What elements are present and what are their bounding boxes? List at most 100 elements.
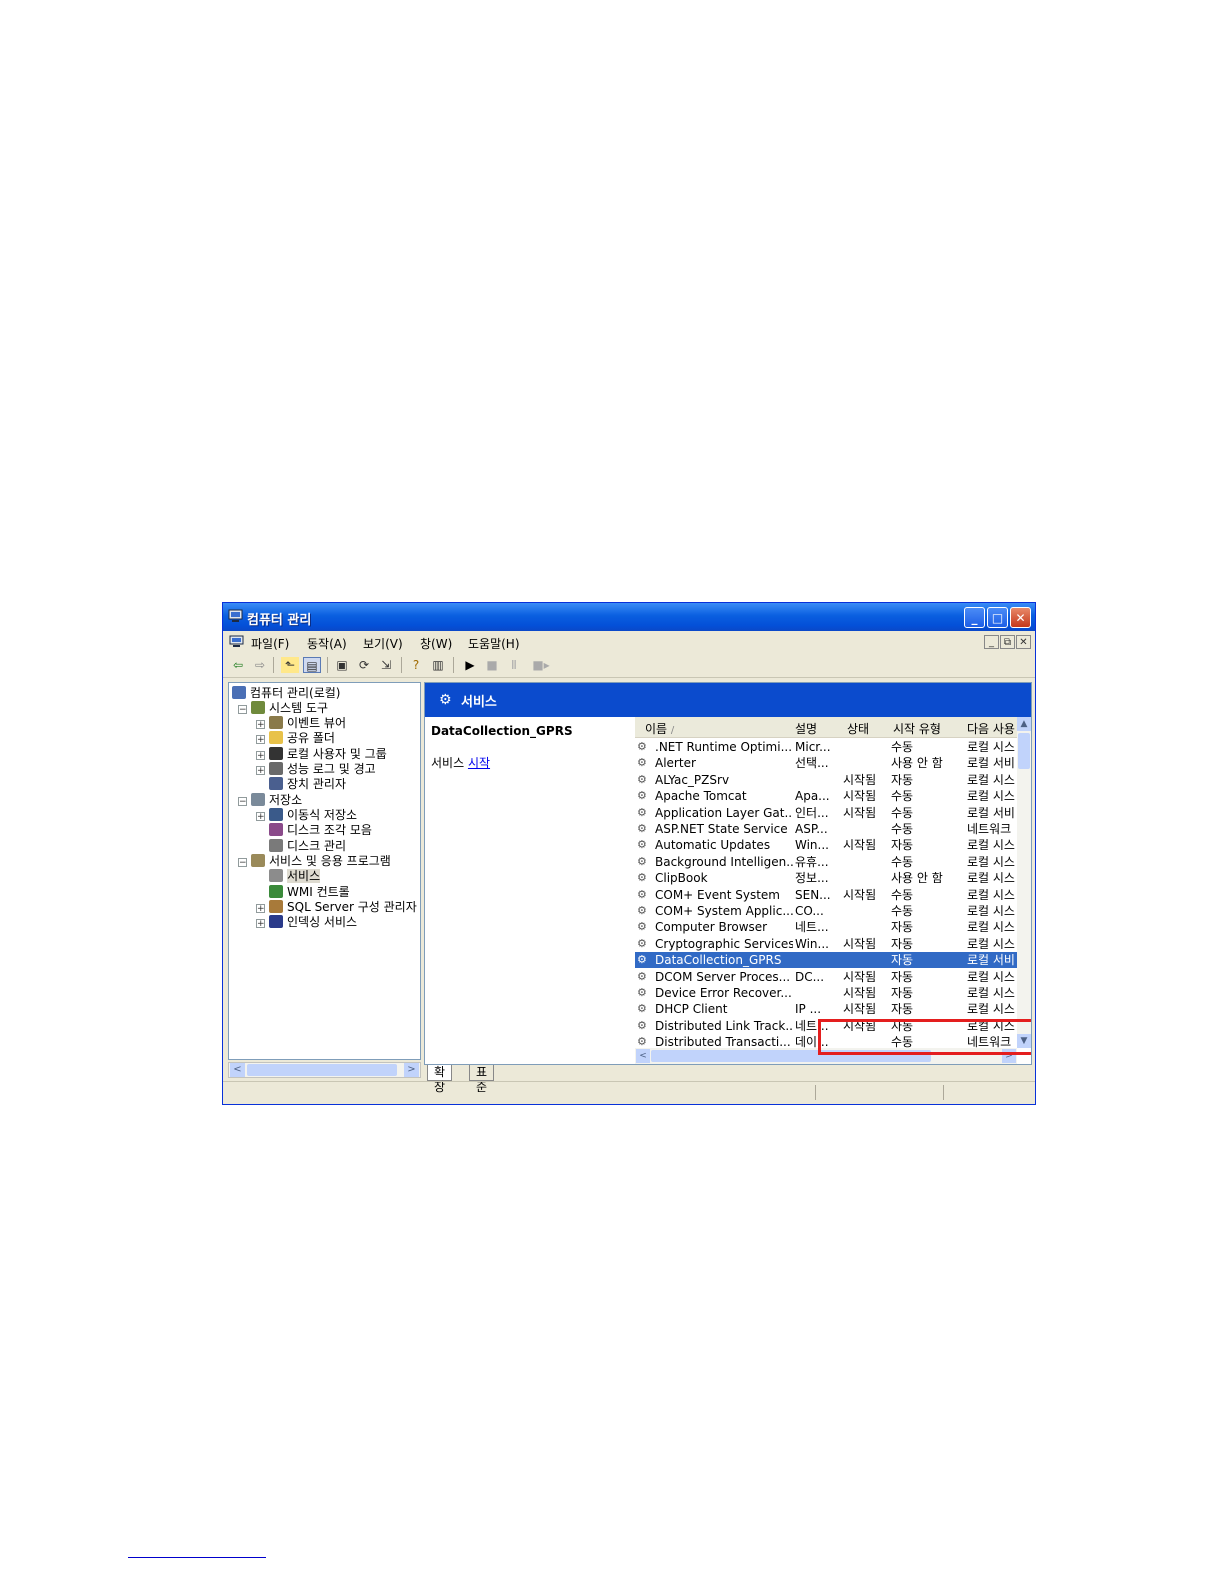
menu-window[interactable]: 창(W)	[420, 635, 452, 652]
expand-icon[interactable]: +	[256, 735, 265, 745]
menu-action[interactable]: 동작(A)	[307, 635, 347, 652]
column-startup-type[interactable]: 시작 유형	[893, 720, 941, 737]
scroll-left-icon[interactable]: <	[636, 1049, 650, 1063]
service-row[interactable]: ⚙ COM+ Event System SEN... 시작됨 수동 로컬 시스	[635, 887, 1017, 903]
export-list-icon[interactable]: ⇲	[377, 657, 395, 673]
service-row[interactable]: ⚙ .NET Runtime Optimi... Micr... 수동 로컬 시스	[635, 739, 1017, 755]
service-row[interactable]: ⚙ COM+ System Applic... CO... 수동 로컬 시스	[635, 903, 1017, 919]
mdi-minimize-button[interactable]: _	[984, 635, 999, 649]
pause-icon[interactable]: Ⅱ	[505, 657, 523, 673]
tree-item-device-manager[interactable]: 장치 관리자	[269, 777, 346, 792]
service-logon-cell: 로컬 시스	[967, 1002, 1015, 1017]
tree-item-removable-storage[interactable]: 이동식 저장소	[269, 808, 357, 823]
tab-standard[interactable]: 표준	[469, 1065, 495, 1094]
service-logon-cell: 로컬 시스	[967, 969, 1015, 984]
expand-icon[interactable]: +	[256, 720, 265, 730]
column-description[interactable]: 설명	[795, 720, 817, 737]
tree-item-indexing[interactable]: 인덱싱 서비스	[269, 915, 357, 930]
play-icon[interactable]: ▶	[461, 657, 479, 673]
scroll-up-icon[interactable]: ▲	[1017, 717, 1031, 731]
scroll-thumb[interactable]	[247, 1064, 397, 1076]
forward-arrow-icon[interactable]: ⇨	[251, 657, 269, 673]
service-startup-cell: 자동	[891, 1002, 914, 1017]
tree-item-sql-config[interactable]: SQL Server 구성 관리자	[269, 900, 417, 915]
service-row[interactable]: ⚙ ASP.NET State Service ASP... 수동 네트워크	[635, 821, 1017, 837]
help-icon[interactable]: ?	[407, 657, 425, 673]
collapse-icon[interactable]: −	[238, 797, 247, 807]
stop-icon[interactable]: ■	[483, 657, 501, 673]
service-desc-cell: ASP...	[795, 822, 828, 836]
show-tree-icon[interactable]: ▤	[303, 657, 321, 673]
gear-icon: ⚙	[637, 740, 647, 753]
up-folder-icon[interactable]: ⬑	[281, 657, 299, 673]
tree-item-services-apps[interactable]: 서비스 및 응용 프로그램	[251, 854, 391, 869]
details-pane: ⚙ 서비스 DataCollection_GPRS 서비스 시작 이름 / 설명…	[424, 682, 1032, 1065]
menu-view[interactable]: 보기(V)	[363, 635, 403, 652]
tree-item-system-tools[interactable]: 시스템 도구	[251, 701, 328, 716]
console-tree: 컴퓨터 관리(로컬) − 시스템 도구 + 이벤트 뷰어 + 공유 폴더 + 로…	[228, 682, 421, 1060]
window-title: 컴퓨터 관리	[247, 613, 312, 628]
expand-icon[interactable]: +	[256, 919, 265, 929]
restart-icon[interactable]: ■▸	[529, 657, 553, 673]
service-row[interactable]: ⚙ Alerter 선택... 사용 안 함 로컬 서비	[635, 755, 1017, 771]
tree-item-services[interactable]: 서비스	[269, 869, 321, 884]
tree-item-shared-folders[interactable]: 공유 폴더	[269, 731, 335, 746]
gear-icon: ⚙	[637, 772, 647, 786]
service-logon-cell: 로컬 시스	[967, 871, 1015, 886]
service-row[interactable]: ⚙ ClipBook 정보... 사용 안 함 로컬 시스	[635, 870, 1017, 886]
properties-icon[interactable]: ▣	[333, 657, 351, 673]
scroll-right-icon[interactable]: >	[404, 1063, 419, 1077]
expand-icon[interactable]: +	[256, 812, 265, 822]
column-status[interactable]: 상태	[847, 720, 869, 737]
tree-horizontal-scrollbar[interactable]: < >	[228, 1062, 421, 1078]
service-row[interactable]: ⚙ Background Intelligen... 유휴... 수동 로컬 시스	[635, 854, 1017, 870]
tree-item-root[interactable]: 컴퓨터 관리(로컬)	[232, 686, 340, 701]
minimize-button[interactable]: _	[964, 607, 985, 628]
tab-extended[interactable]: 확장	[427, 1065, 453, 1094]
expand-icon[interactable]: +	[256, 751, 265, 761]
services-list: 이름 / 설명 상태 시작 유형 다음 사용 ⚙ .NET Runtime Opt…	[635, 717, 1031, 1064]
service-row[interactable]: ⚙ DHCP Client IP ... 시작됨 자동 로컬 시스	[635, 1001, 1017, 1017]
tree-item-disk-management[interactable]: 디스크 관리	[269, 839, 346, 854]
start-service-link[interactable]: 시작	[468, 756, 490, 770]
service-row[interactable]: ⚙ DataCollection_GPRS 자동 로컬 서비	[635, 952, 1017, 969]
list-vertical-scrollbar[interactable]: ▲ ▼	[1017, 717, 1031, 1048]
scroll-left-icon[interactable]: <	[230, 1063, 245, 1077]
maximize-button[interactable]: □	[987, 607, 1008, 628]
tree-item-defrag[interactable]: 디스크 조각 모음	[269, 823, 372, 838]
services-header-title: 서비스	[461, 695, 497, 710]
service-row[interactable]: ⚙ Apache Tomcat Apa... 시작됨 수동 로컬 시스	[635, 788, 1017, 804]
tree-item-storage[interactable]: 저장소	[251, 793, 302, 808]
mdi-close-button[interactable]: ✕	[1016, 635, 1031, 649]
service-row[interactable]: ⚙ Device Error Recover... 시작됨 자동 로컬 시스	[635, 985, 1017, 1001]
close-button[interactable]: ✕	[1010, 607, 1031, 628]
menu-file[interactable]: 파일(F)	[251, 635, 289, 652]
tree-item-event-viewer[interactable]: 이벤트 뷰어	[269, 716, 346, 731]
tree-item-wmi[interactable]: WMI 컨트롤	[269, 885, 350, 900]
expand-icon[interactable]: +	[256, 766, 265, 776]
mdi-restore-button[interactable]: ⧉	[1000, 635, 1015, 649]
view-icon[interactable]: ▥	[429, 657, 447, 673]
menu-help[interactable]: 도움말(H)	[468, 635, 520, 652]
scroll-thumb[interactable]	[1018, 733, 1030, 769]
selected-service-name: DataCollection_GPRS	[431, 724, 573, 738]
column-logon-as[interactable]: 다음 사용	[967, 720, 1015, 737]
expand-icon[interactable]: +	[256, 904, 265, 914]
column-name[interactable]: 이름 /	[645, 720, 674, 737]
services-apps-icon	[251, 854, 265, 867]
collapse-icon[interactable]: −	[238, 705, 247, 715]
tree-item-local-users[interactable]: 로컬 사용자 및 그룹	[269, 747, 387, 762]
title-bar[interactable]: 컴퓨터 관리 _ □ ✕	[223, 603, 1035, 631]
service-row[interactable]: ⚙ Automatic Updates Win... 시작됨 자동 로컬 시스	[635, 837, 1017, 853]
tree-item-perf-logs[interactable]: 성능 로그 및 경고	[269, 762, 376, 777]
service-row[interactable]: ⚙ DCOM Server Proces... DC... 시작됨 자동 로컬 시스	[635, 969, 1017, 985]
service-row[interactable]: ⚙ Application Layer Gat... 인터... 시작됨 수동 로컬 서비	[635, 805, 1017, 821]
gear-icon: ⚙	[637, 887, 647, 901]
service-row[interactable]: ⚙ Computer Browser 네트... 자동 로컬 시스	[635, 919, 1017, 935]
service-name-cell: ASP.NET State Service	[655, 822, 788, 836]
refresh-icon[interactable]: ⟳	[355, 657, 373, 673]
service-row[interactable]: ⚙ Cryptographic Services Win... 시작됨 자동 로컬 시스	[635, 936, 1017, 952]
collapse-icon[interactable]: −	[238, 858, 247, 868]
back-arrow-icon[interactable]: ⇦	[229, 657, 247, 673]
service-row[interactable]: ⚙ ALYac_PZSrv 시작됨 자동 로컬 시스	[635, 772, 1017, 788]
